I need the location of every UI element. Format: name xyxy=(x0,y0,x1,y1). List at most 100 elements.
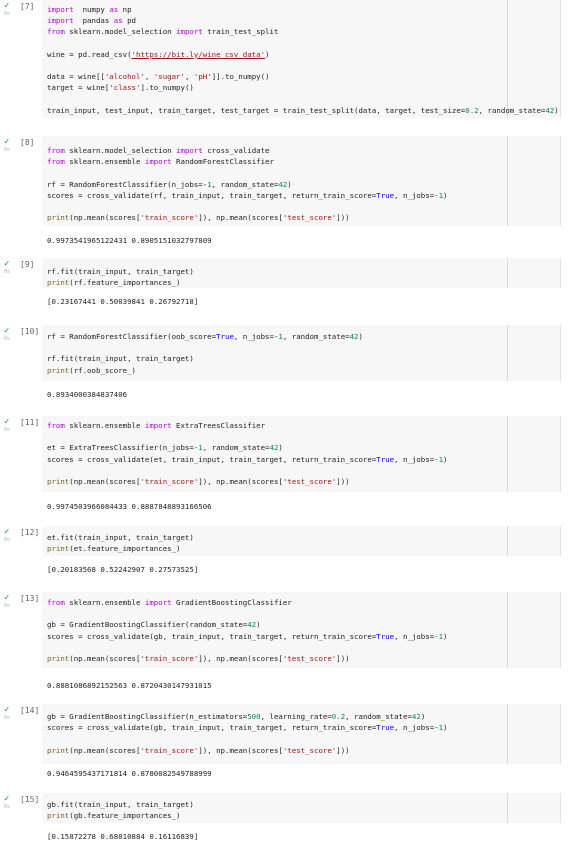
code-token: gb = GradientBoostingClassifier(random_s… xyxy=(47,620,248,630)
cell-output: [0.20183568 0.52242907 0.27573525] xyxy=(47,565,199,574)
code-token: scores = cross_validate(gb, train_input,… xyxy=(47,631,377,641)
code-token: 'class' xyxy=(109,83,141,93)
cell-output: 0.8934000384837406 xyxy=(47,390,128,399)
code-line: rf = RandomForestClassifier(n_jobs=-1, r… xyxy=(47,180,292,189)
code-token: 'train_score' xyxy=(140,477,199,486)
line-length-ruler xyxy=(507,0,508,118)
code-line: from sklearn.ensemble import ExtraTreesC… xyxy=(47,421,265,430)
code-token: from xyxy=(47,421,65,430)
code-token: (et.feature_importances_) xyxy=(69,544,181,554)
code-line: data = wine[['alcohol', 'sugar', 'pH']].… xyxy=(47,72,270,81)
code-token: gb = GradientBoostingClassifier(n_estima… xyxy=(47,712,248,721)
code-token: 500 xyxy=(247,712,261,721)
code-token: , xyxy=(144,72,154,82)
code-token: ) xyxy=(420,712,426,721)
code-token: 'pH' xyxy=(193,72,212,82)
code-token: , n_jobs=- xyxy=(394,454,439,464)
cell-execution-count: [13] xyxy=(20,594,40,603)
code-token: , learning_rate= xyxy=(260,712,332,721)
code-token: ) xyxy=(265,49,270,59)
code-token: ].to_numpy() xyxy=(140,83,194,93)
code-token: sklearn.ensemble xyxy=(64,598,145,607)
code-token: True xyxy=(216,332,234,341)
code-line: print(np.mean(scores['train_score']), np… xyxy=(47,477,350,486)
code-token: sklearn.ensemble xyxy=(64,421,145,430)
code-line: rf.fit(train_input, train_target) xyxy=(47,267,194,276)
code-token: (np.mean(scores[ xyxy=(69,654,141,663)
code-token: 'sugar' xyxy=(153,72,185,82)
code-token: rf.fit(train_input, train_target) xyxy=(47,354,194,364)
code-token: target = wine[ xyxy=(47,83,110,93)
cell-execution-count: [11] xyxy=(20,418,40,427)
cell-execution-count: [15] xyxy=(20,795,40,804)
code-line: print(et.feature_importances_) xyxy=(47,544,181,553)
code-line: gb = GradientBoostingClassifier(random_s… xyxy=(47,620,261,629)
code-token: (rf.oob_score_) xyxy=(69,365,136,375)
code-token: (np.mean(scores[ xyxy=(69,477,141,486)
code-token: print xyxy=(47,745,70,755)
code-token: print xyxy=(47,544,70,554)
code-line: from sklearn.ensemble import RandomFores… xyxy=(47,157,274,166)
run-status-check-icon: ✓ xyxy=(4,1,10,11)
line-length-ruler xyxy=(507,325,508,381)
execution-time: 0s xyxy=(4,336,11,342)
code-line: rf.fit(train_input, train_target) xyxy=(47,354,194,363)
code-token: 'https://bit.ly/wine_csv_data' xyxy=(131,49,266,59)
code-token: RandomForestClassifier xyxy=(171,157,274,167)
code-line: print(rf.feature_importances_) xyxy=(47,278,181,287)
code-token: wine = pd.read_csv( xyxy=(47,49,132,59)
code-token: cross_validate xyxy=(202,146,270,155)
cell-output: 0.9974503966084433 0.8887848893166506 xyxy=(47,502,212,511)
code-token: as xyxy=(113,16,123,26)
code-token: ]), np.mean(scores[ xyxy=(198,477,283,486)
code-token: (rf.feature_importances_) xyxy=(69,278,181,288)
code-token: train_test_split xyxy=(202,27,279,37)
execution-time: 0s xyxy=(4,603,11,609)
code-token: (np.mean(scores[ xyxy=(69,745,141,755)
code-token: ) xyxy=(443,454,448,464)
run-status-check-icon: ✓ xyxy=(4,417,10,427)
code-token: from xyxy=(47,598,65,607)
code-token: 42 xyxy=(411,712,421,721)
code-token: ) xyxy=(256,620,261,630)
code-line: from sklearn.ensemble import GradientBoo… xyxy=(47,598,292,607)
code-token: from xyxy=(47,27,65,37)
code-token: ExtraTreesClassifier xyxy=(171,421,266,430)
code-token: 42 xyxy=(278,179,288,189)
code-token: (gb.feature_importances_) xyxy=(69,811,181,821)
code-token: True xyxy=(376,631,395,641)
code-token: True xyxy=(376,723,395,733)
cell-execution-count: [7] xyxy=(20,2,35,11)
run-status-check-icon: ✓ xyxy=(4,137,10,147)
code-token: GradientBoostingClassifier xyxy=(171,598,292,607)
code-line: print(gb.feature_importances_) xyxy=(47,811,181,820)
code-token: ]), np.mean(scores[ xyxy=(198,213,283,223)
code-token: import xyxy=(144,421,172,430)
code-token: 42 xyxy=(545,105,555,115)
code-token: gb.fit(train_input, train_target) xyxy=(47,800,194,809)
code-token: train_input, test_input, train_target, t… xyxy=(47,105,466,115)
code-line: et = ExtraTreesClassifier(n_jobs=-1, ran… xyxy=(47,443,283,452)
code-line: wine = pd.read_csv('https://bit.ly/wine_… xyxy=(47,50,270,59)
code-token: pandas xyxy=(73,16,114,26)
cell-output: 0.9464595437171814 0.8780082549788999 xyxy=(47,769,212,778)
execution-time: 0s xyxy=(4,804,11,810)
code-token: data = wine[[ xyxy=(47,72,105,82)
code-token: True xyxy=(376,190,395,200)
code-token: ) xyxy=(554,105,559,115)
run-status-check-icon: ✓ xyxy=(4,259,10,269)
run-status-check-icon: ✓ xyxy=(4,794,10,804)
code-token: ) xyxy=(287,179,292,189)
code-token: 'test_score' xyxy=(282,654,337,663)
execution-time: 0s xyxy=(4,715,11,721)
code-token: import xyxy=(144,598,172,607)
code-token: , xyxy=(184,72,194,82)
code-token: 'train_score' xyxy=(140,745,199,755)
code-line: train_input, test_input, train_target, t… xyxy=(47,106,559,115)
line-length-ruler xyxy=(507,704,508,764)
code-token: scores = cross_validate(et, train_input,… xyxy=(47,454,377,464)
code-token: 'test_score' xyxy=(282,477,337,486)
code-token: 'train_score' xyxy=(140,213,199,223)
cell-output: [0.23167441 0.50039841 0.26792718] xyxy=(47,297,199,306)
code-line: from sklearn.model_selection import cros… xyxy=(47,146,270,155)
